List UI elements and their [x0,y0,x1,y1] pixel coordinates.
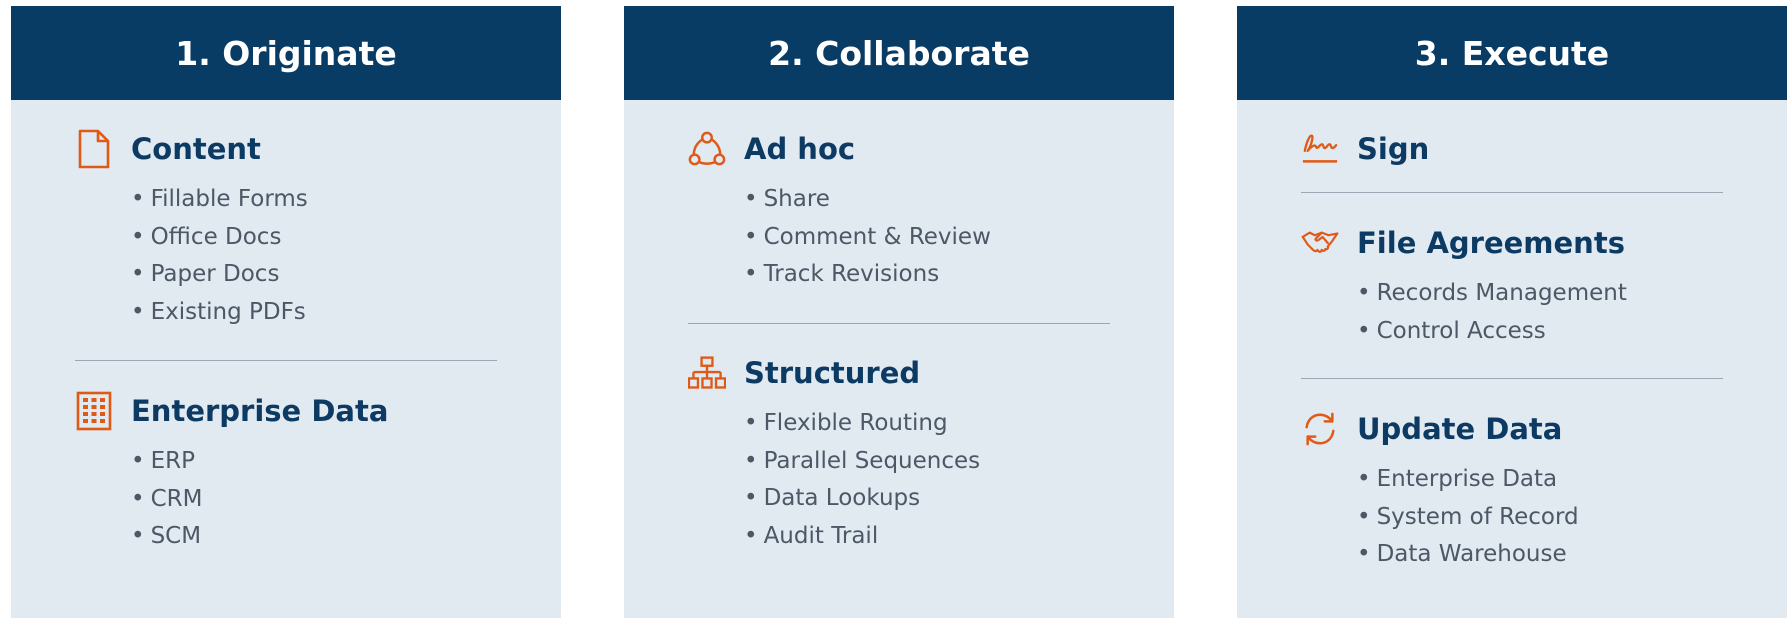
section-enterprise-data: Enterprise Data • ERP • CRM • SCM [75,391,497,556]
building-icon [75,391,113,431]
list-item: • Flexible Routing [744,410,948,436]
divider [1301,192,1723,193]
list-item: • ERP [131,448,195,474]
list-item: • Office Docs [131,223,282,250]
list-item: • Fillable Forms [131,186,308,212]
section-title: Sign [1357,132,1430,166]
hierarchy-icon [688,353,726,393]
section-update-data: Update Data • Enterprise Data • System of … [1301,409,1723,574]
section-structured: Structured • Flexible Routing • Parallel S… [688,353,1110,555]
section-title: File Agreements [1357,226,1625,260]
section-title: Ad hoc [744,132,856,166]
list-item: • Share [744,186,830,212]
divider [1301,378,1723,379]
section-sign: Sign [1301,129,1723,169]
list-item: • Existing PDFs [131,298,306,325]
list-item: • Data Warehouse [1357,541,1567,567]
section-title: Enterprise Data [131,394,389,428]
divider [688,323,1110,324]
list-item: • System of Record [1357,503,1579,530]
section-content: Content • Fillable Forms • Office Docs • Pa… [75,129,497,331]
section-ad-hoc: Ad hoc • Share • Comment & Review • Track R… [688,129,1110,294]
document-icon [75,129,113,169]
list-item: • Records Management [1357,280,1627,306]
list-item: • Data Lookups [744,485,921,511]
list-item: • Control Access [1357,317,1546,344]
list-item: • Parallel Sequences [744,447,981,474]
list-item: • SCM [131,523,202,549]
section-title: Structured [744,356,921,390]
column-collaborate: 2. Collaborate Ad hoc • Share • Comment & … [624,6,1174,618]
handshake-icon [1301,223,1339,263]
list-item: • Audit Trail [744,522,879,549]
section-title: Update Data [1357,412,1563,446]
list-item: • Enterprise Data [1357,466,1558,492]
column-header: 2. Collaborate [624,6,1174,100]
divider [75,360,497,361]
column-header: 3. Execute [1237,6,1787,100]
list-item: • Comment & Review [744,223,991,250]
signature-icon [1301,129,1339,169]
section-file-agreements: File Agreements • Records Management • Con… [1301,223,1723,350]
network-triangle-icon [688,129,726,169]
list-item: • CRM [131,485,203,512]
column-execute: 3. Execute Sign File Agreements • Record… [1237,6,1787,618]
section-title: Content [131,132,261,166]
sync-icon [1301,409,1339,449]
list-item: • Track Revisions [744,261,940,287]
list-item: • Paper Docs [131,261,280,287]
column-originate: 1. Originate Content • Fillable Forms • Of… [11,6,561,618]
column-header: 1. Originate [11,6,561,100]
